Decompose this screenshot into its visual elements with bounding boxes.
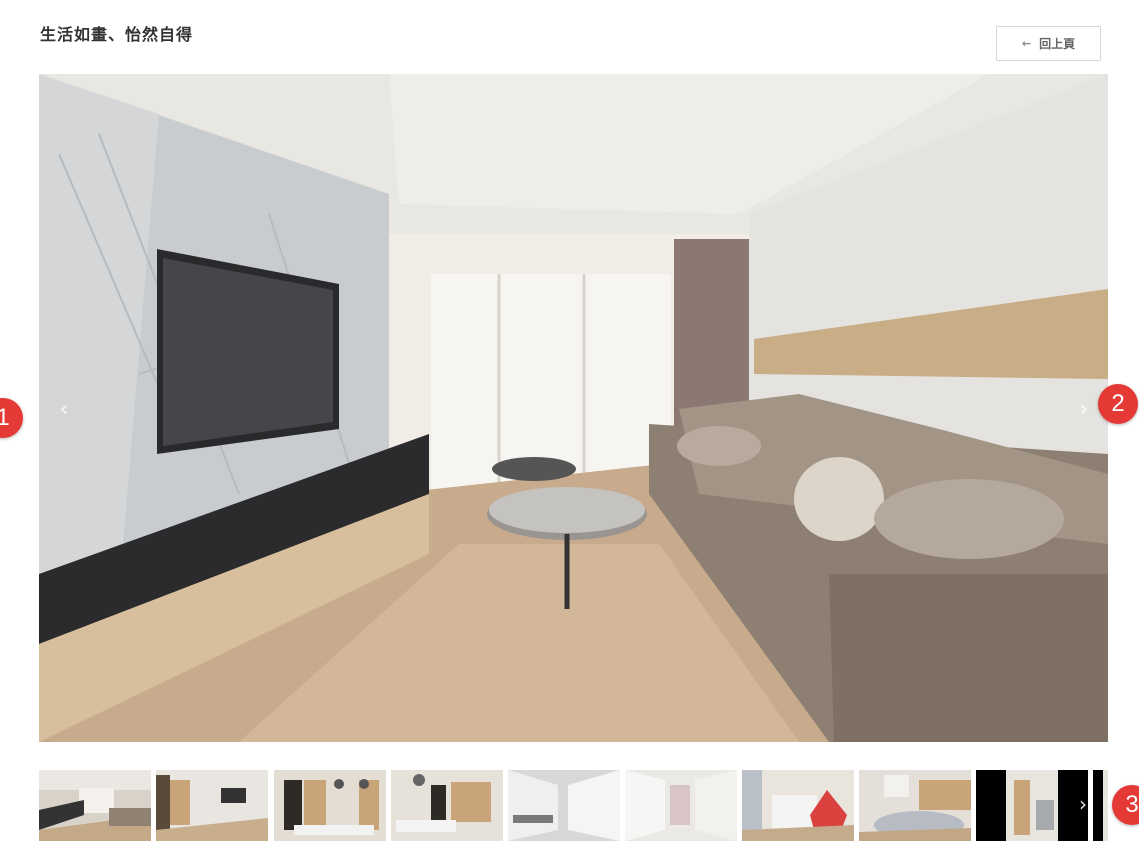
back-button-label: 回上頁 (1039, 37, 1076, 51)
arrow-left-icon: ← (1021, 37, 1032, 50)
main-photo (39, 74, 1108, 742)
gallery-prev-icon[interactable]: ‹ (52, 395, 76, 423)
thumbnail[interactable] (39, 770, 151, 841)
thumbnail[interactable] (274, 770, 386, 841)
thumbnail[interactable] (859, 770, 971, 841)
thumbnail[interactable] (508, 770, 620, 841)
page-title: 生活如畫、怡然自得 (40, 25, 194, 44)
back-button[interactable]: ← 回上頁 (996, 26, 1101, 61)
thumbnail[interactable] (156, 770, 268, 841)
thumbnail-next-icon[interactable]: › (1073, 789, 1093, 819)
annotation-badge: 3 (1112, 785, 1139, 825)
thumbnail[interactable] (625, 770, 737, 841)
thumbnail[interactable] (1093, 770, 1108, 841)
thumbnail-strip (39, 770, 1108, 841)
thumbnail[interactable] (976, 770, 1088, 841)
gallery-next-icon[interactable]: › (1072, 395, 1096, 423)
thumbnail[interactable] (391, 770, 503, 841)
annotation-badge: 1 (0, 398, 23, 438)
thumbnail[interactable] (742, 770, 854, 841)
annotation-badge: 2 (1098, 384, 1138, 424)
